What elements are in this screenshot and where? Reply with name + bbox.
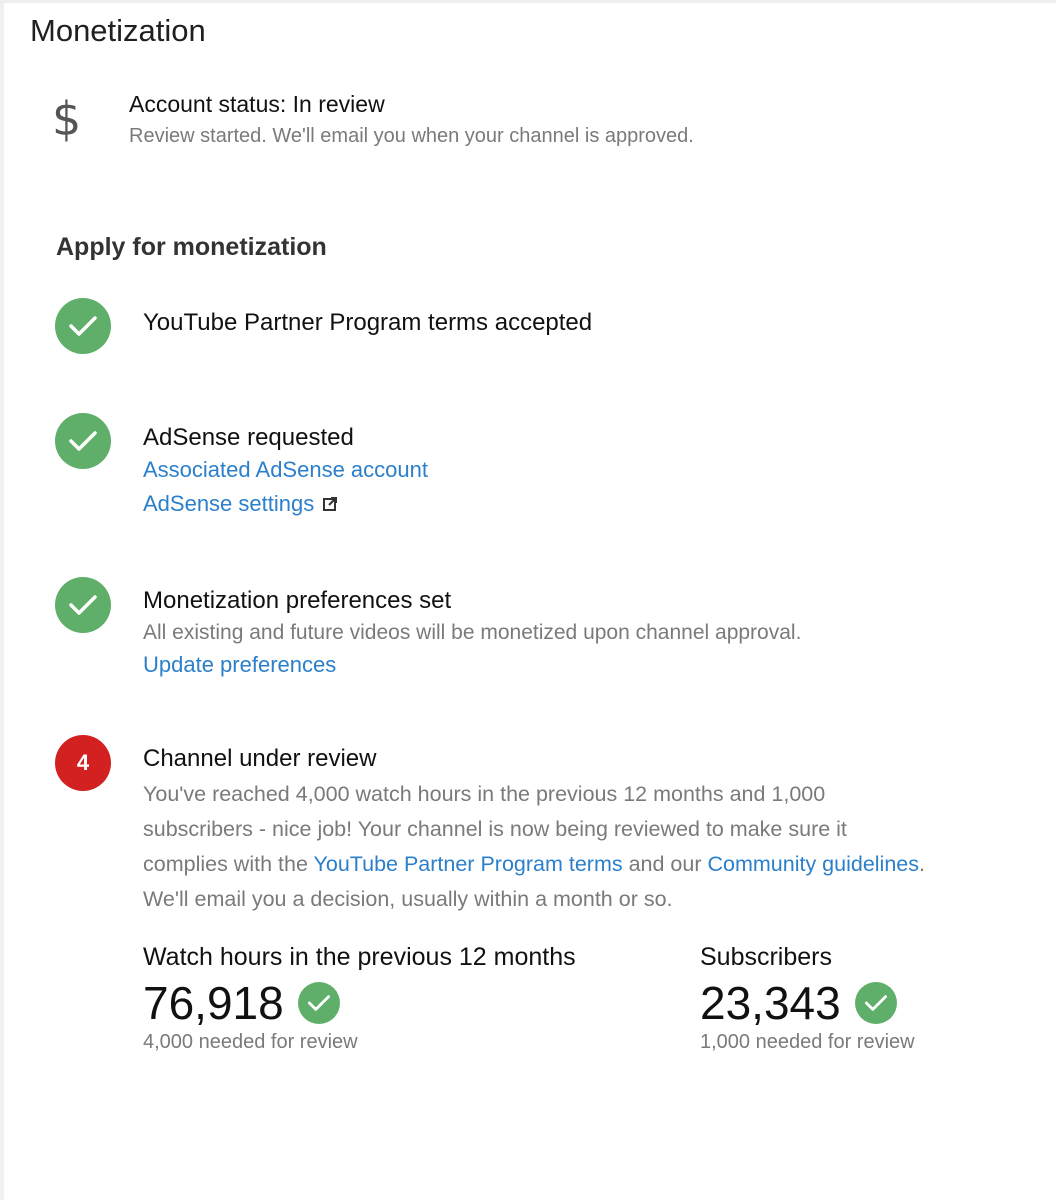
step-channel-review: Channel under review [143, 745, 377, 772]
check-icon [55, 577, 111, 633]
community-guidelines-link[interactable]: Community guidelines [707, 852, 919, 876]
subscribers-label: Subscribers [700, 943, 832, 971]
subscribers-value: 23,343 [700, 976, 897, 1030]
dollar-icon: $ [52, 92, 82, 146]
step-adsense: AdSense requested [143, 424, 354, 451]
account-status-subtitle: Review started. We'll email you when you… [129, 125, 694, 147]
step-number-badge: 4 [55, 735, 111, 791]
associated-adsense-link[interactable]: Associated AdSense account [143, 457, 428, 483]
watch-hours-note: 4,000 needed for review [143, 1031, 358, 1053]
window-top-border [0, 0, 1056, 3]
step-preferences-desc: All existing and future videos will be m… [143, 621, 802, 644]
check-icon [55, 298, 111, 354]
adsense-settings-link[interactable]: AdSense settings [143, 491, 338, 518]
check-icon [297, 982, 340, 1024]
desc-text: and our [622, 852, 708, 876]
check-icon [55, 413, 111, 469]
step-preferences: Monetization preferences set [143, 587, 452, 614]
adsense-settings-label: AdSense settings [143, 491, 315, 516]
section-title: Apply for monetization [56, 233, 327, 261]
channel-review-description: You've reached 4,000 watch hours in the … [143, 777, 933, 917]
subscribers-note: 1,000 needed for review [700, 1031, 915, 1053]
watch-hours-label: Watch hours in the previous 12 months [143, 943, 576, 971]
watch-hours-value: 76,918 [143, 976, 340, 1030]
watch-hours-number: 76,918 [143, 977, 284, 1029]
subscribers-number: 23,343 [700, 977, 841, 1029]
page-title: Monetization [30, 13, 206, 48]
open-in-new-icon [322, 492, 338, 518]
check-icon [854, 982, 897, 1024]
window-border [0, 0, 4, 1200]
step-partner-terms: YouTube Partner Program terms accepted [143, 309, 593, 336]
account-status-title: Account status: In review [129, 91, 385, 117]
partner-program-terms-link[interactable]: YouTube Partner Program terms [314, 852, 623, 876]
update-preferences-link[interactable]: Update preferences [143, 652, 336, 678]
